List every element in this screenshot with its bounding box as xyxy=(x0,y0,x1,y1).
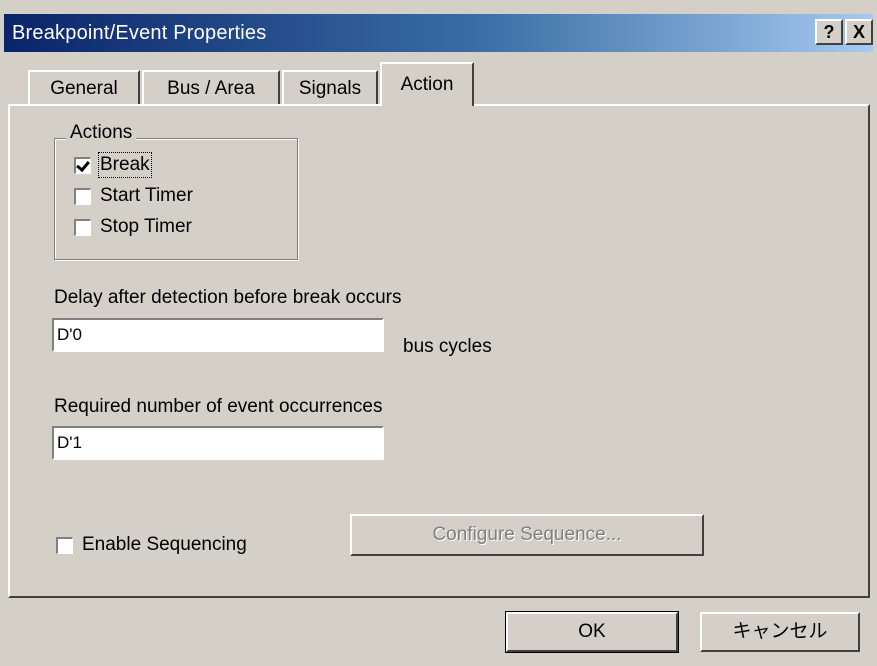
stop-timer-label[interactable]: Stop Timer xyxy=(100,216,192,238)
configure-sequence-button[interactable]: Configure Sequence... xyxy=(350,514,704,556)
title-bar[interactable]: Breakpoint/Event Properties ? X xyxy=(4,14,873,52)
dialog-window: Breakpoint/Event Properties ? X General … xyxy=(0,0,877,666)
stop-timer-option[interactable]: Stop Timer xyxy=(74,216,192,238)
delay-label: Delay after detection before break occur… xyxy=(54,287,402,308)
window-title: Breakpoint/Event Properties xyxy=(12,21,267,44)
tab-general[interactable]: General xyxy=(28,70,140,104)
actions-group-label: Actions xyxy=(66,122,137,144)
tab-signals[interactable]: Signals xyxy=(282,70,378,104)
help-button[interactable]: ? xyxy=(815,19,843,45)
occurrences-input[interactable]: D'1 xyxy=(52,426,384,460)
break-option[interactable]: Break xyxy=(74,152,152,178)
delay-input[interactable]: D'0 xyxy=(52,318,384,352)
close-button[interactable]: X xyxy=(845,19,873,45)
break-label[interactable]: Break xyxy=(98,152,152,178)
enable-sequencing-label[interactable]: Enable Sequencing xyxy=(82,534,247,556)
start-timer-checkbox[interactable] xyxy=(74,187,91,205)
enable-sequencing-option[interactable]: Enable Sequencing xyxy=(56,534,247,556)
cancel-button[interactable]: キャンセル xyxy=(700,612,860,652)
delay-unit-label: bus cycles xyxy=(403,336,492,357)
break-checkbox[interactable] xyxy=(74,156,91,174)
occurrences-label: Required number of event occurrences xyxy=(54,396,383,417)
ok-button[interactable]: OK xyxy=(505,611,679,653)
start-timer-option[interactable]: Start Timer xyxy=(74,185,193,207)
enable-sequencing-checkbox[interactable] xyxy=(56,536,73,554)
start-timer-label[interactable]: Start Timer xyxy=(100,185,193,207)
tab-bus-area[interactable]: Bus / Area xyxy=(142,70,280,104)
tab-action[interactable]: Action xyxy=(380,62,474,106)
stop-timer-checkbox[interactable] xyxy=(74,218,91,236)
